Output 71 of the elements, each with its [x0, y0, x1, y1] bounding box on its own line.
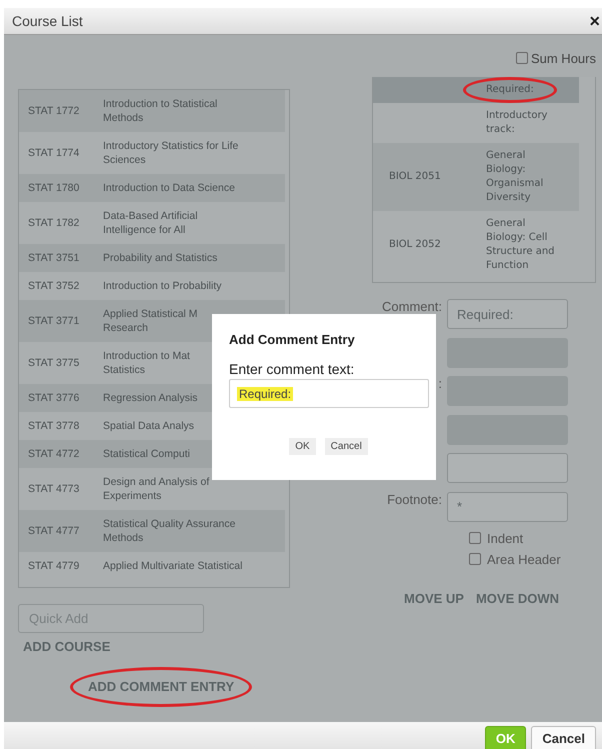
checkbox[interactable] — [469, 553, 481, 565]
course-name: Introduction to Statistical Methods — [103, 97, 218, 125]
footer-button[interactable]: OK — [484, 726, 526, 749]
course-code: STAT 3775 — [27, 356, 80, 370]
course-name: Applied Statistical M Research — [103, 307, 198, 335]
input-field[interactable]: * — [447, 492, 568, 522]
move-button[interactable]: MOVE DOWN — [476, 590, 560, 606]
course-row[interactable]: STAT 3752 Introduction to Probability — [19, 272, 285, 300]
field-label: Footnote: — [387, 492, 442, 506]
checkbox-label: Indent — [487, 530, 524, 546]
course-name: Design and Analysis of Experiments — [103, 475, 210, 503]
course-code: STAT 3778 — [27, 419, 80, 433]
checkbox-label: Area Header — [487, 552, 561, 566]
add-comment-entry-link[interactable]: ADD COMMENT ENTRY — [88, 679, 234, 694]
course-row[interactable]: STAT 4773 Design and Analysis of Experiments — [19, 468, 285, 510]
course-row[interactable]: STAT 1782 Data-Based Artificial Intelligence for All — [19, 202, 285, 244]
move-button[interactable]: MOVE UP — [404, 590, 464, 606]
course-name: Introduction to Data Science — [103, 181, 235, 195]
course-code: STAT 1780 — [27, 181, 80, 195]
course-code: STAT 3776 — [27, 391, 80, 405]
course-code: STAT 1774 — [27, 146, 80, 160]
window-title: Course List — [12, 13, 83, 29]
close-button[interactable]: × — [589, 12, 602, 30]
plan-row[interactable]: Required: — [373, 77, 579, 103]
course-code: STAT 4773 — [27, 482, 80, 496]
sum-hours-label: Sum Hours — [530, 50, 596, 66]
course-name: Data-Based Artificial Intelligence for All — [103, 209, 198, 237]
course-code: STAT 4779 — [27, 559, 80, 573]
course-name: Regression Analysis — [103, 391, 198, 405]
course-code: STAT 1782 — [27, 216, 80, 230]
course-name: Introduction to Mat Statistics — [103, 349, 190, 377]
add-course-link[interactable]: ADD COURSE — [23, 639, 110, 654]
footer-button[interactable]: Cancel — [531, 726, 596, 749]
course-code: BIOL 2051 — [389, 171, 441, 182]
course-name: Introductory Statistics for Life Sciences — [103, 139, 238, 167]
course-row[interactable]: STAT 1780 Introduction to Data Science — [19, 174, 285, 202]
course-name: Applied Multivariate Statistical — [103, 559, 242, 573]
course-row[interactable]: STAT 3751 Probability and Statistics — [19, 244, 285, 272]
course-code: STAT 3751 — [27, 251, 80, 265]
plan-row[interactable]: Introductory track: — [373, 103, 579, 143]
plan-row[interactable]: BIOL 2051 General Biology: Organismal Diversity — [373, 143, 579, 211]
course-code: STAT 4777 — [27, 524, 80, 538]
course-code: STAT 1772 — [27, 104, 80, 118]
course-name: Introduction to Probability — [103, 279, 222, 293]
plan-item-text: Required: — [486, 84, 534, 95]
dialog-button[interactable]: OK — [289, 438, 316, 455]
comment-input-field[interactable]: Required: — [229, 379, 429, 408]
plan-item-text: General Biology: Cell Structure and Function — [486, 218, 555, 271]
course-row[interactable]: STAT 1774 Introductory Statistics for Life Sciences — [19, 132, 285, 174]
plan-item-text: General Biology: Organismal Diversity — [486, 150, 544, 203]
course-name: Statistical Quality Assurance Methods — [103, 517, 236, 545]
dialog-button[interactable]: Cancel — [324, 438, 368, 455]
plan-row[interactable]: BIOL 2052 General Biology: Cell Structure and Function — [373, 211, 579, 279]
course-code: STAT 3752 — [27, 279, 80, 293]
input-field[interactable]: Required: — [447, 299, 568, 329]
field-label: : — [438, 376, 442, 391]
plan-item-text: Introductory track: — [486, 110, 548, 135]
input-field[interactable] — [447, 453, 568, 483]
course-row[interactable]: STAT 4777 Statistical Quality Assurance Methods — [19, 510, 285, 552]
course-row[interactable]: STAT 4779 Applied Multivariate Statistical — [19, 552, 285, 580]
course-row[interactable]: STAT 1772 Introduction to Statistical Methods — [19, 90, 285, 132]
course-code: STAT 4772 — [27, 447, 80, 461]
checkbox[interactable] — [469, 532, 481, 544]
course-code: STAT 3771 — [27, 314, 80, 328]
course-name: Statistical Computi — [103, 447, 190, 461]
prompt-label: Enter comment text: — [229, 361, 356, 377]
sum-hours-checkbox[interactable] — [516, 52, 528, 64]
course-name: Probability and Statistics — [103, 251, 218, 265]
field-label: Comment: — [382, 299, 442, 314]
course-code: BIOL 2052 — [389, 239, 441, 250]
course-name: Spatial Data Analys — [103, 419, 194, 433]
